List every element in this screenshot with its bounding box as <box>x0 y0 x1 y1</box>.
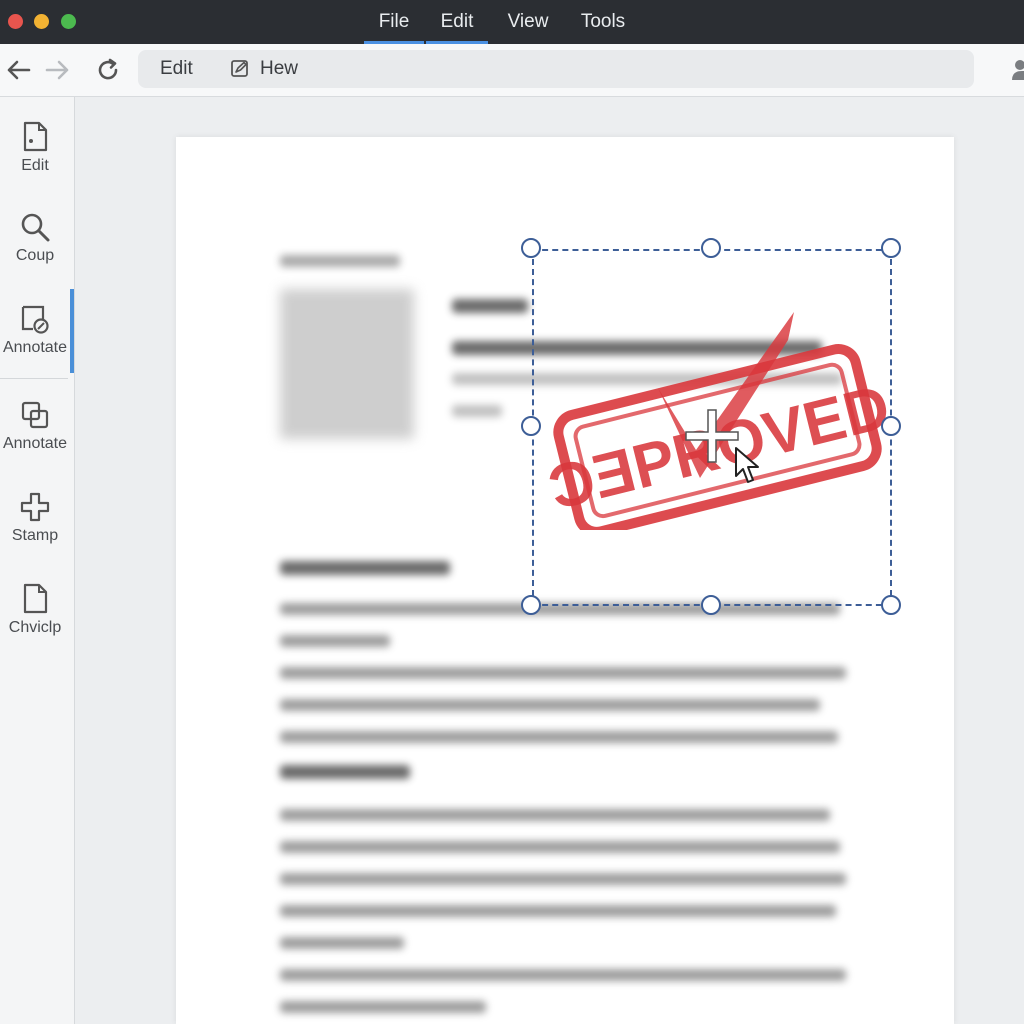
sidebar-item-label: Edit <box>21 157 49 174</box>
sidebar-item-edit[interactable]: Edit <box>0 121 70 201</box>
sidebar-item-coup[interactable]: Coup <box>0 211 70 291</box>
resize-handle-top-left[interactable] <box>521 238 541 258</box>
pointer-cursor-icon <box>735 447 759 483</box>
blurred-text <box>452 405 502 417</box>
annotate-icon <box>21 305 49 334</box>
blurred-text <box>280 731 838 743</box>
title-bar: File Edit View Tools <box>0 0 1024 44</box>
sidebar-item-chviclp[interactable]: Chviclp <box>0 583 70 663</box>
resize-handle-top-right[interactable] <box>881 238 901 258</box>
forward-button[interactable] <box>44 56 72 84</box>
user-avatar-icon[interactable] <box>1010 58 1024 82</box>
blurred-heading <box>280 561 450 575</box>
resize-handle-right[interactable] <box>881 416 901 436</box>
magnifier-icon <box>21 213 50 242</box>
blurred-text <box>280 841 840 853</box>
resize-handle-left[interactable] <box>521 416 541 436</box>
active-item-indicator <box>70 289 74 373</box>
back-button[interactable] <box>4 56 32 84</box>
move-cursor-icon <box>685 409 739 463</box>
document-edit-icon <box>23 121 48 152</box>
sidebar-item-label: Annotate <box>2 435 68 452</box>
sidebar-divider <box>0 378 68 379</box>
blurred-text <box>280 255 400 267</box>
sidebar-item-label: Annotate <box>2 339 68 356</box>
edit-document-icon <box>231 60 248 77</box>
blurred-text <box>280 635 390 647</box>
blurred-text <box>280 969 846 981</box>
blurred-text <box>280 905 836 917</box>
breadcrumb: Edit Hew <box>138 50 974 88</box>
arrow-right-icon <box>45 60 69 80</box>
blurred-text <box>280 937 404 949</box>
close-window-button[interactable] <box>8 14 23 29</box>
reload-icon <box>98 58 118 80</box>
sidebar: Edit Coup Annotate Annotate Stamp Chvicl… <box>0 97 75 1024</box>
menu-file[interactable]: File <box>364 0 424 44</box>
zoom-window-button[interactable] <box>61 14 76 29</box>
sidebar-item-annotate[interactable]: Annotate <box>0 303 70 383</box>
toolbar: Edit Hew <box>0 44 1024 97</box>
breadcrumb-item-hew[interactable]: Hew <box>260 50 298 88</box>
resize-handle-bottom-right[interactable] <box>881 595 901 615</box>
resize-handle-bottom[interactable] <box>701 595 721 615</box>
arrow-left-icon <box>7 60 31 80</box>
menu-tools[interactable]: Tools <box>572 0 634 44</box>
minimize-window-button[interactable] <box>34 14 49 29</box>
resize-handle-bottom-left[interactable] <box>521 595 541 615</box>
reload-button[interactable] <box>94 56 122 84</box>
menu-view[interactable]: View <box>498 0 558 44</box>
layers-icon <box>21 401 49 429</box>
blurred-text <box>452 299 528 313</box>
breadcrumb-item-edit[interactable]: Edit <box>160 50 193 88</box>
menu-edit[interactable]: Edit <box>426 0 488 44</box>
blurred-heading <box>280 765 410 779</box>
blurred-image <box>280 289 414 439</box>
resize-handle-top[interactable] <box>701 238 721 258</box>
blurred-text <box>280 873 846 885</box>
blurred-text <box>280 1001 486 1013</box>
sidebar-item-label: Coup <box>15 247 55 264</box>
blurred-text <box>280 667 846 679</box>
plus-icon <box>20 492 50 522</box>
sidebar-item-label: Stamp <box>11 527 59 544</box>
blurred-text <box>280 699 820 711</box>
blank-document-icon <box>23 583 48 614</box>
sidebar-item-label: Chviclp <box>8 619 62 636</box>
blurred-text <box>280 809 830 821</box>
sidebar-item-annotate-2[interactable]: Annotate <box>0 399 70 479</box>
sidebar-item-stamp[interactable]: Stamp <box>0 491 70 571</box>
